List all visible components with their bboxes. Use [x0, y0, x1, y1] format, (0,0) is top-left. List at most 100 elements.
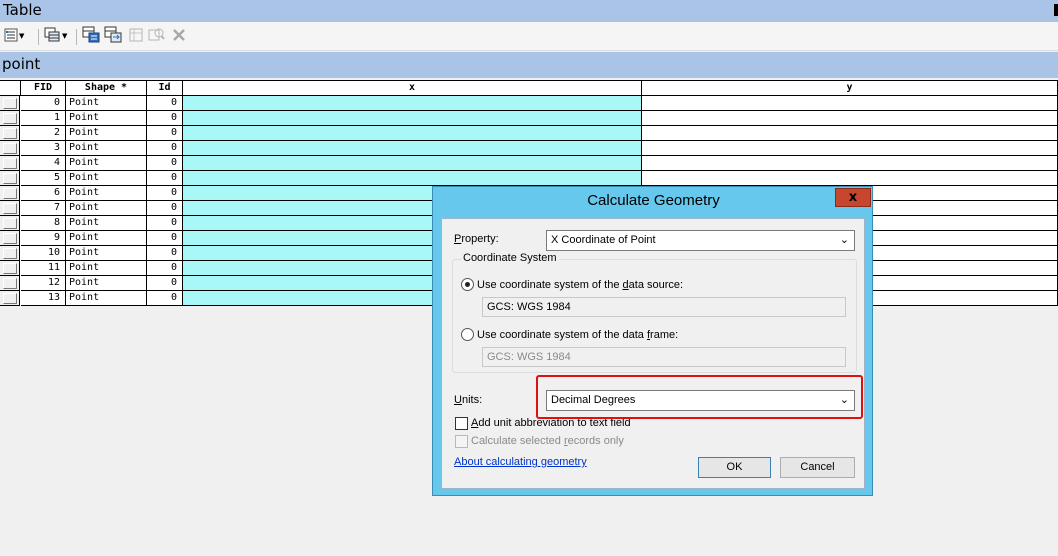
table-cell-id[interactable]: 0	[147, 171, 183, 186]
row-selector[interactable]	[0, 141, 20, 156]
row-selector[interactable]	[0, 201, 20, 216]
table-cell-shape[interactable]: Point	[66, 261, 147, 276]
row-selector[interactable]	[0, 156, 20, 171]
calculate-selected-checkbox[interactable]	[455, 435, 468, 448]
row-selector[interactable]	[0, 171, 20, 186]
table-cell-id[interactable]: 0	[147, 261, 183, 276]
table-cell-id[interactable]: 0	[147, 96, 183, 111]
table-cell-fid[interactable]: 6	[21, 186, 66, 201]
column-header-y[interactable]: y	[642, 81, 1058, 96]
table-cell-fid[interactable]: 7	[21, 201, 66, 216]
column-header-x[interactable]: x	[182, 80, 643, 97]
table-cell-x[interactable]	[183, 156, 642, 171]
table-cell-x[interactable]	[183, 171, 642, 186]
zoom-to-selected-icon	[148, 27, 165, 46]
calculate-selected-label: Calculate selected records only	[471, 435, 624, 447]
table-cell-shape[interactable]: Point	[66, 186, 147, 201]
table-cell-y[interactable]	[642, 171, 1058, 186]
row-selector[interactable]	[0, 186, 20, 201]
table-cell-fid[interactable]: 8	[21, 216, 66, 231]
table-cell-fid[interactable]: 13	[21, 291, 66, 306]
table-cell-fid[interactable]: 12	[21, 276, 66, 291]
row-selector[interactable]	[0, 126, 20, 141]
table-cell-fid[interactable]: 1	[21, 111, 66, 126]
table-cell-fid[interactable]: 4	[21, 156, 66, 171]
row-selector[interactable]	[0, 96, 20, 111]
table-cell-fid[interactable]: 10	[21, 246, 66, 261]
row-selector[interactable]	[0, 216, 20, 231]
table-cell-fid[interactable]: 5	[21, 171, 66, 186]
property-dropdown[interactable]: X Coordinate of Point ⌄	[546, 230, 855, 251]
table-cell-id[interactable]: 0	[147, 156, 183, 171]
table-options-button[interactable]: ▼	[4, 27, 24, 45]
add-unit-abbreviation-label[interactable]: Add unit abbreviation to text field	[471, 417, 631, 429]
table-cell-shape[interactable]: Point	[66, 171, 147, 186]
table-cell-id[interactable]: 0	[147, 231, 183, 246]
clear-selection-button[interactable]	[128, 27, 144, 45]
table-cell-shape[interactable]: Point	[66, 156, 147, 171]
table-cell-y[interactable]	[642, 126, 1058, 141]
table-cell-id[interactable]: 0	[147, 291, 183, 306]
ok-button[interactable]: OK	[698, 457, 771, 478]
titlebar-edge	[1054, 4, 1058, 16]
radio-data-frame[interactable]	[461, 328, 474, 341]
table-cell-x[interactable]	[183, 141, 642, 156]
switch-selection-button[interactable]	[104, 26, 122, 45]
table-cell-shape[interactable]: Point	[66, 231, 147, 246]
units-dropdown[interactable]: Decimal Degrees ⌄	[546, 390, 855, 411]
table-name-tab[interactable]: point	[0, 52, 1058, 78]
table-cell-shape[interactable]: Point	[66, 201, 147, 216]
radio-data-source-label[interactable]: Use coordinate system of the data source…	[477, 279, 683, 291]
table-cell-fid[interactable]: 9	[21, 231, 66, 246]
row-selector[interactable]	[0, 291, 20, 306]
radio-data-source[interactable]	[461, 278, 474, 291]
table-cell-shape[interactable]: Point	[66, 246, 147, 261]
close-button[interactable]: x	[835, 188, 871, 207]
table-cell-id[interactable]: 0	[147, 201, 183, 216]
table-cell-id[interactable]: 0	[147, 246, 183, 261]
table-cell-y[interactable]	[642, 111, 1058, 126]
select-by-attributes-button[interactable]	[82, 26, 100, 45]
column-header-fid[interactable]: FID	[21, 81, 66, 96]
table-cell-id[interactable]: 0	[147, 216, 183, 231]
row-selector[interactable]	[0, 261, 20, 276]
row-selector[interactable]	[0, 111, 20, 126]
delete-selected-button[interactable]	[172, 27, 186, 45]
table-cell-id[interactable]: 0	[147, 111, 183, 126]
table-cell-shape[interactable]: Point	[66, 96, 147, 111]
table-cell-y[interactable]	[642, 141, 1058, 156]
header-corner[interactable]	[0, 81, 21, 96]
table-cell-shape[interactable]: Point	[66, 276, 147, 291]
table-cell-fid[interactable]: 11	[21, 261, 66, 276]
zoom-to-selected-button[interactable]	[148, 27, 165, 45]
table-cell-shape[interactable]: Point	[66, 291, 147, 306]
table-cell-x[interactable]	[183, 111, 642, 126]
table-cell-y[interactable]	[642, 156, 1058, 171]
table-cell-fid[interactable]: 0	[21, 96, 66, 111]
cancel-button[interactable]: Cancel	[780, 457, 855, 478]
row-selector[interactable]	[0, 246, 20, 261]
table-cell-id[interactable]: 0	[147, 276, 183, 291]
table-cell-id[interactable]: 0	[147, 141, 183, 156]
column-header-shape[interactable]: Shape *	[66, 81, 147, 96]
row-selector[interactable]	[0, 276, 20, 291]
row-selector[interactable]	[0, 231, 20, 246]
table-cell-id[interactable]: 0	[147, 126, 183, 141]
table-cell-shape[interactable]: Point	[66, 126, 147, 141]
add-unit-abbreviation-checkbox[interactable]	[455, 417, 468, 430]
radio-data-frame-label[interactable]: Use coordinate system of the data frame:	[477, 329, 678, 341]
related-tables-button[interactable]: ▼	[44, 27, 67, 45]
table-cell-x[interactable]	[183, 96, 642, 111]
column-header-id[interactable]: Id	[147, 81, 183, 96]
table-cell-shape[interactable]: Point	[66, 111, 147, 126]
table-cell-shape[interactable]: Point	[66, 216, 147, 231]
table-cell-shape[interactable]: Point	[66, 141, 147, 156]
close-icon: x	[848, 190, 858, 205]
about-calculating-geometry-link[interactable]: About calculating geometry	[454, 456, 587, 468]
units-label: Units:	[454, 394, 483, 406]
table-cell-fid[interactable]: 2	[21, 126, 66, 141]
table-cell-fid[interactable]: 3	[21, 141, 66, 156]
table-cell-id[interactable]: 0	[147, 186, 183, 201]
table-cell-y[interactable]	[642, 96, 1058, 111]
table-cell-x[interactable]	[183, 126, 642, 141]
